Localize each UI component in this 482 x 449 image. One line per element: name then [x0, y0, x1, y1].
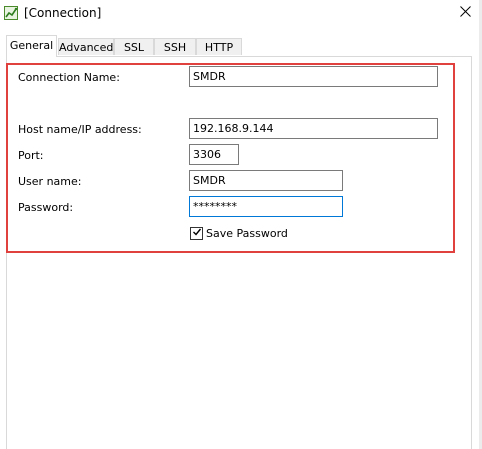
connection-name-label: Connection Name: — [18, 71, 120, 84]
port-input[interactable] — [189, 144, 239, 165]
tab-ssh[interactable]: SSH — [154, 38, 196, 55]
tab-ssl[interactable]: SSL — [114, 38, 154, 55]
connection-window: [Connection] General Advanced SSL SSH HT… — [0, 0, 482, 449]
host-label: Host name/IP address: — [18, 123, 142, 136]
tab-label: SSH — [163, 41, 187, 54]
tab-general[interactable]: General — [6, 35, 57, 57]
checkmark-icon — [192, 227, 202, 240]
password-input[interactable] — [189, 196, 343, 217]
tab-label: Advanced — [59, 41, 114, 54]
checkbox-box[interactable] — [190, 227, 203, 240]
port-label: Port: — [18, 149, 44, 162]
user-name-label: User name: — [18, 175, 82, 188]
tab-label: HTTP — [204, 41, 234, 54]
tab-http[interactable]: HTTP — [196, 38, 242, 55]
user-name-input[interactable] — [189, 170, 343, 191]
close-button[interactable] — [452, 2, 478, 24]
host-input[interactable] — [189, 118, 438, 139]
save-password-checkbox[interactable]: Save Password — [190, 227, 288, 240]
close-icon — [459, 6, 471, 20]
title-bar: [Connection] — [0, 0, 482, 28]
connection-icon — [4, 6, 18, 20]
tab-label: General — [9, 39, 54, 52]
window-title: [Connection] — [24, 6, 102, 20]
tab-label: SSL — [123, 41, 145, 54]
save-password-label: Save Password — [206, 227, 288, 240]
password-label: Password: — [18, 201, 74, 214]
tab-advanced[interactable]: Advanced — [58, 38, 114, 55]
connection-name-input[interactable] — [189, 66, 438, 87]
